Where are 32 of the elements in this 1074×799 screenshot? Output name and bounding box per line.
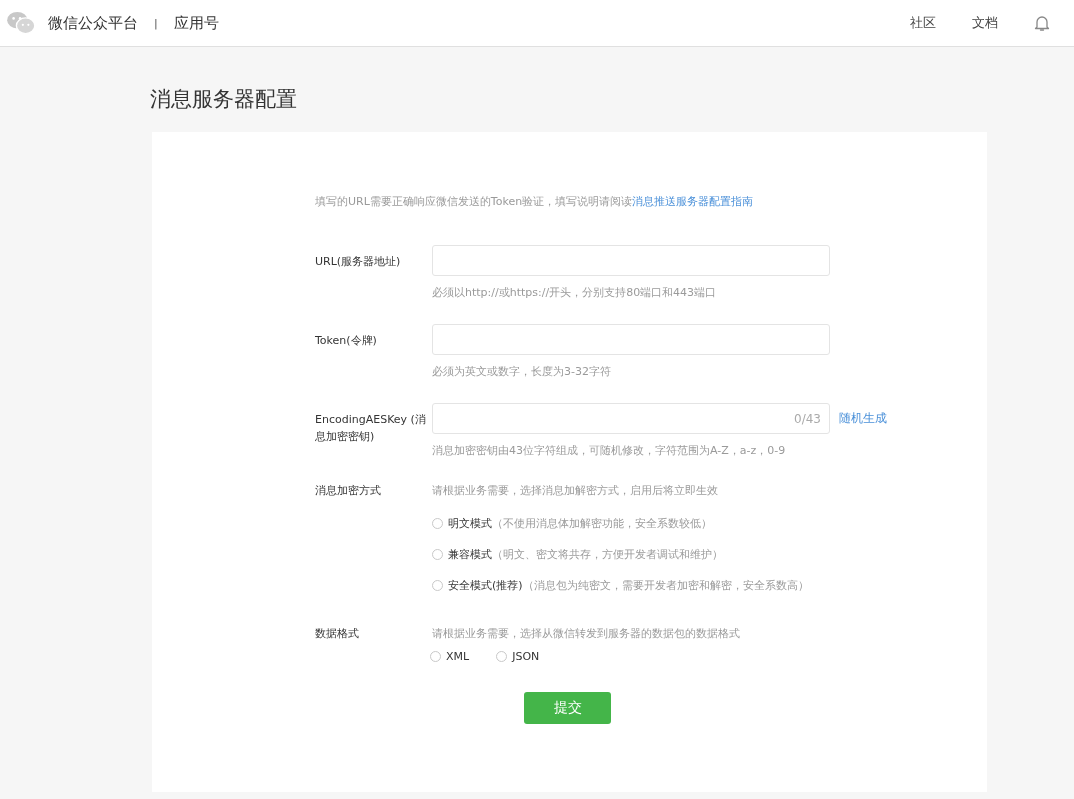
field-label: 消息加密方式 (315, 483, 382, 499)
field-hint: 必须以http://或https://开头，分别支持80端口和443端口 (432, 285, 718, 300)
option-note: （消息包为纯密文，需要开发者加密和解密，安全系数高） (522, 578, 809, 593)
brand-title[interactable]: 微信公众平台 (48, 13, 138, 33)
field-label: Token(令牌) (315, 333, 378, 349)
option-label[interactable]: JSON (512, 649, 540, 663)
text-input[interactable] (432, 324, 830, 355)
bell-icon[interactable] (1034, 14, 1050, 32)
nav-link[interactable]: 文档 (972, 14, 998, 32)
field-label: EncodingAESKey (消息加密密钥) (315, 412, 427, 445)
text-input[interactable] (432, 245, 830, 276)
option-note: （明文、密文将共存，方便开发者调试和维护） (492, 547, 723, 562)
field-description: 请根据业务需要，选择消息加解密方式，启用后将立即生效 (432, 483, 719, 499)
option-label[interactable]: 兼容模式 (448, 547, 492, 562)
product-title: 应用号 (173, 13, 219, 33)
field-hint: 消息加密密钥由43位字符组成，可随机修改，字符范围为A-Z，a-z，0-9 (432, 443, 787, 458)
option-label[interactable]: 明文模式 (448, 516, 492, 531)
option-label[interactable]: XML (446, 649, 470, 663)
field-label: URL(服务器地址) (315, 254, 402, 270)
nav-link[interactable]: 社区 (910, 14, 936, 32)
option-label[interactable]: 安全模式(推荐) (448, 578, 523, 593)
guide-link[interactable]: 消息推送服务器配置指南 (632, 195, 754, 208)
field-hint: 必须为英文或数字，长度为3-32字符 (432, 364, 612, 379)
title-separator: | (154, 16, 158, 30)
chat-bubbles-icon (6, 11, 36, 35)
generate-link[interactable]: 随机生成 (839, 410, 887, 427)
option-note: （不使用消息体加解密功能，安全系数较低） (492, 516, 712, 531)
page-title: 消息服务器配置 (150, 86, 298, 113)
field-description: 请根据业务需要，选择从微信转发到服务器的数据包的数据格式 (432, 626, 740, 642)
character-counter: 0/43 (794, 411, 821, 426)
notice-text: 填写的URL需要正确响应微信发送的Token验证，填写说明请阅读消息推送服务器配置指南 (315, 194, 755, 209)
field-label: 数据格式 (315, 626, 360, 642)
